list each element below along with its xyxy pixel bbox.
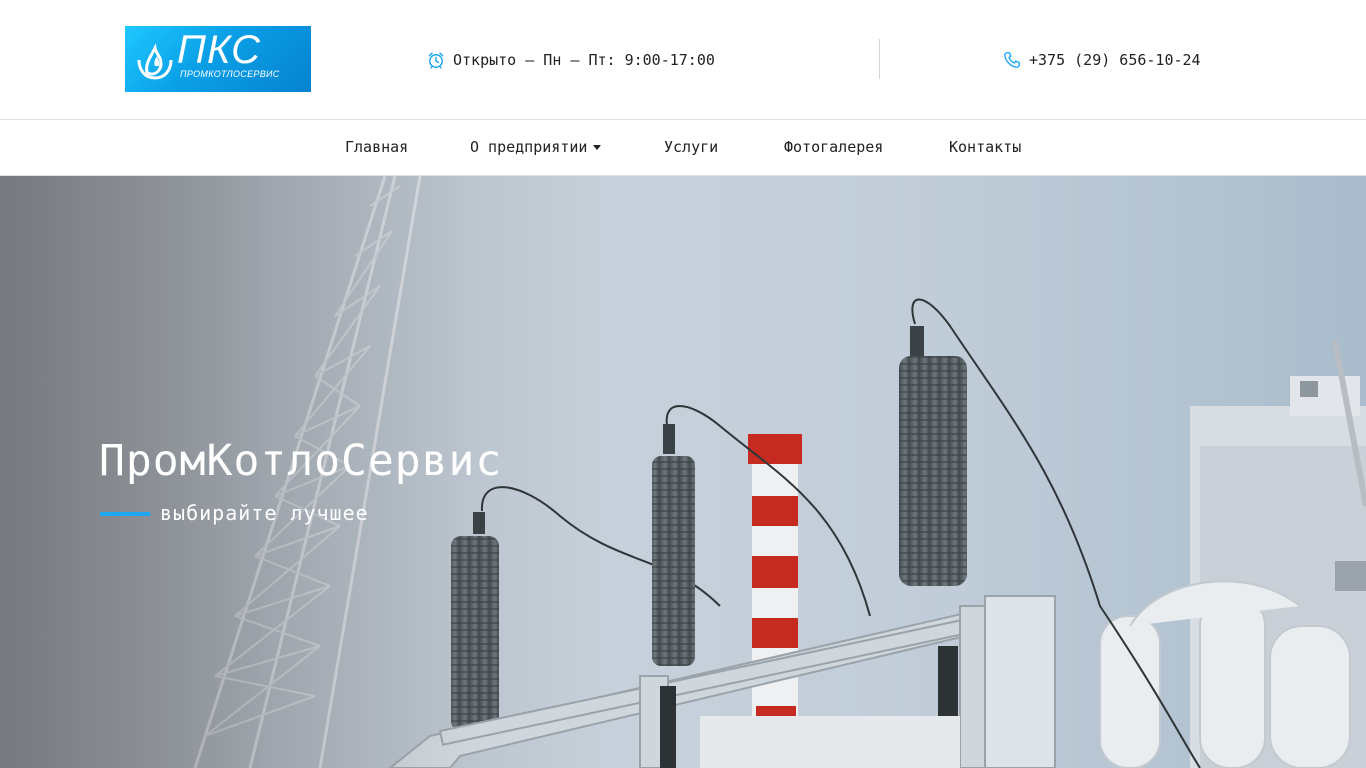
- logo-subtitle: ПРОМКОТЛОСЕРВИС: [180, 69, 280, 79]
- nav-item-services[interactable]: Услуги: [664, 120, 718, 175]
- logo-text: ПКС: [177, 28, 261, 72]
- main-nav: Главная О предприятии Услуги Фотогалерея…: [0, 119, 1366, 176]
- header-divider: [879, 39, 880, 79]
- nav-item-label: Фотогалерея: [784, 138, 884, 156]
- opening-hours: Открыто – Пн – Пт: 9:00-17:00: [427, 48, 715, 72]
- alarm-clock-icon: [427, 51, 445, 69]
- site-logo[interactable]: ПКС ПРОМКОТЛОСЕРВИС: [125, 26, 311, 92]
- hero-subtitle: выбирайте лучшее: [160, 501, 369, 525]
- nav-item-label: Контакты: [949, 138, 1022, 156]
- hero-banner: ПромКотлоСервис выбирайте лучшее: [0, 176, 1366, 768]
- hero-title: ПромКотлоСервис: [99, 436, 503, 486]
- nav-item-home[interactable]: Главная: [345, 120, 408, 175]
- phone-link[interactable]: +375 (29) 656-10-24: [1003, 48, 1201, 72]
- phone-icon: [1003, 51, 1021, 69]
- nav-item-label: О предприятии: [470, 138, 588, 156]
- caret-down-icon: [593, 145, 602, 150]
- nav-item-gallery[interactable]: Фотогалерея: [784, 120, 883, 175]
- nav-item-label: Главная: [345, 138, 409, 156]
- site-header: ПКС ПРОМКОТЛОСЕРВИС Открыто – Пн – Пт: 9…: [0, 0, 1366, 119]
- phone-text: +375 (29) 656-10-24: [1029, 51, 1201, 69]
- nav-item-label: Услуги: [664, 138, 719, 156]
- nav-item-contacts[interactable]: Контакты: [949, 120, 1021, 175]
- opening-hours-text: Открыто – Пн – Пт: 9:00-17:00: [453, 51, 715, 69]
- nav-item-about[interactable]: О предприятии: [470, 120, 602, 175]
- hero-accent-line: [100, 512, 150, 516]
